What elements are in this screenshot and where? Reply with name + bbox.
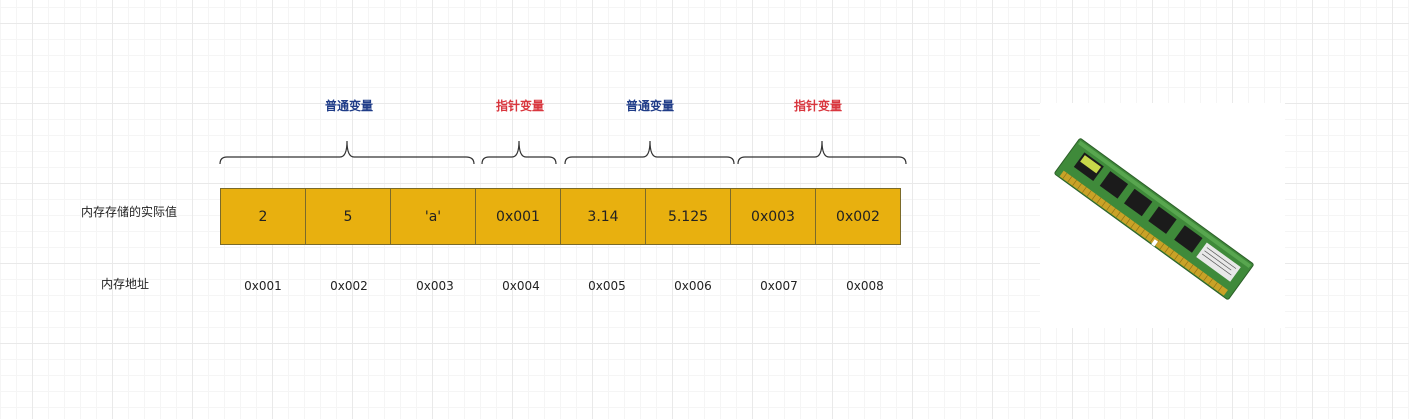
memory-cell: 2: [220, 188, 306, 245]
memory-address: 0x005: [588, 279, 626, 293]
ram-module-icon: [1054, 138, 1254, 300]
memory-address: 0x002: [330, 279, 368, 293]
brace-4: [737, 140, 907, 165]
memory-address: 0x006: [674, 279, 712, 293]
brace-1: [219, 140, 475, 165]
brace-3: [564, 140, 735, 165]
memory-cell: 'a': [390, 188, 476, 245]
values-row-label: 内存存储的实际值: [81, 205, 178, 219]
memory-addresses: 0x001 0x002 0x003 0x004 0x005 0x006 0x00…: [220, 279, 908, 293]
ram-module-image: [1040, 103, 1285, 328]
memory-cells: 2 5 'a' 0x001 3.14 5.125 0x003 0x002: [220, 188, 901, 245]
addresses-row-label: 内存地址: [101, 277, 150, 291]
memory-diagram: 普通变量 指针变量 普通变量 指针变量 内存存储的实际值 内存地址 2 5 'a…: [0, 0, 1409, 419]
memory-address: 0x003: [416, 279, 454, 293]
memory-cell: 5: [305, 188, 391, 245]
memory-cell: 0x002: [815, 188, 901, 245]
memory-address: 0x004: [502, 279, 540, 293]
memory-cell: 0x001: [475, 188, 561, 245]
memory-cell: 0x003: [730, 188, 816, 245]
brace-2: [481, 140, 557, 165]
memory-cell: 3.14: [560, 188, 646, 245]
memory-address: 0x007: [760, 279, 798, 293]
memory-address: 0x001: [244, 279, 282, 293]
memory-cell: 5.125: [645, 188, 731, 245]
memory-address: 0x008: [846, 279, 884, 293]
